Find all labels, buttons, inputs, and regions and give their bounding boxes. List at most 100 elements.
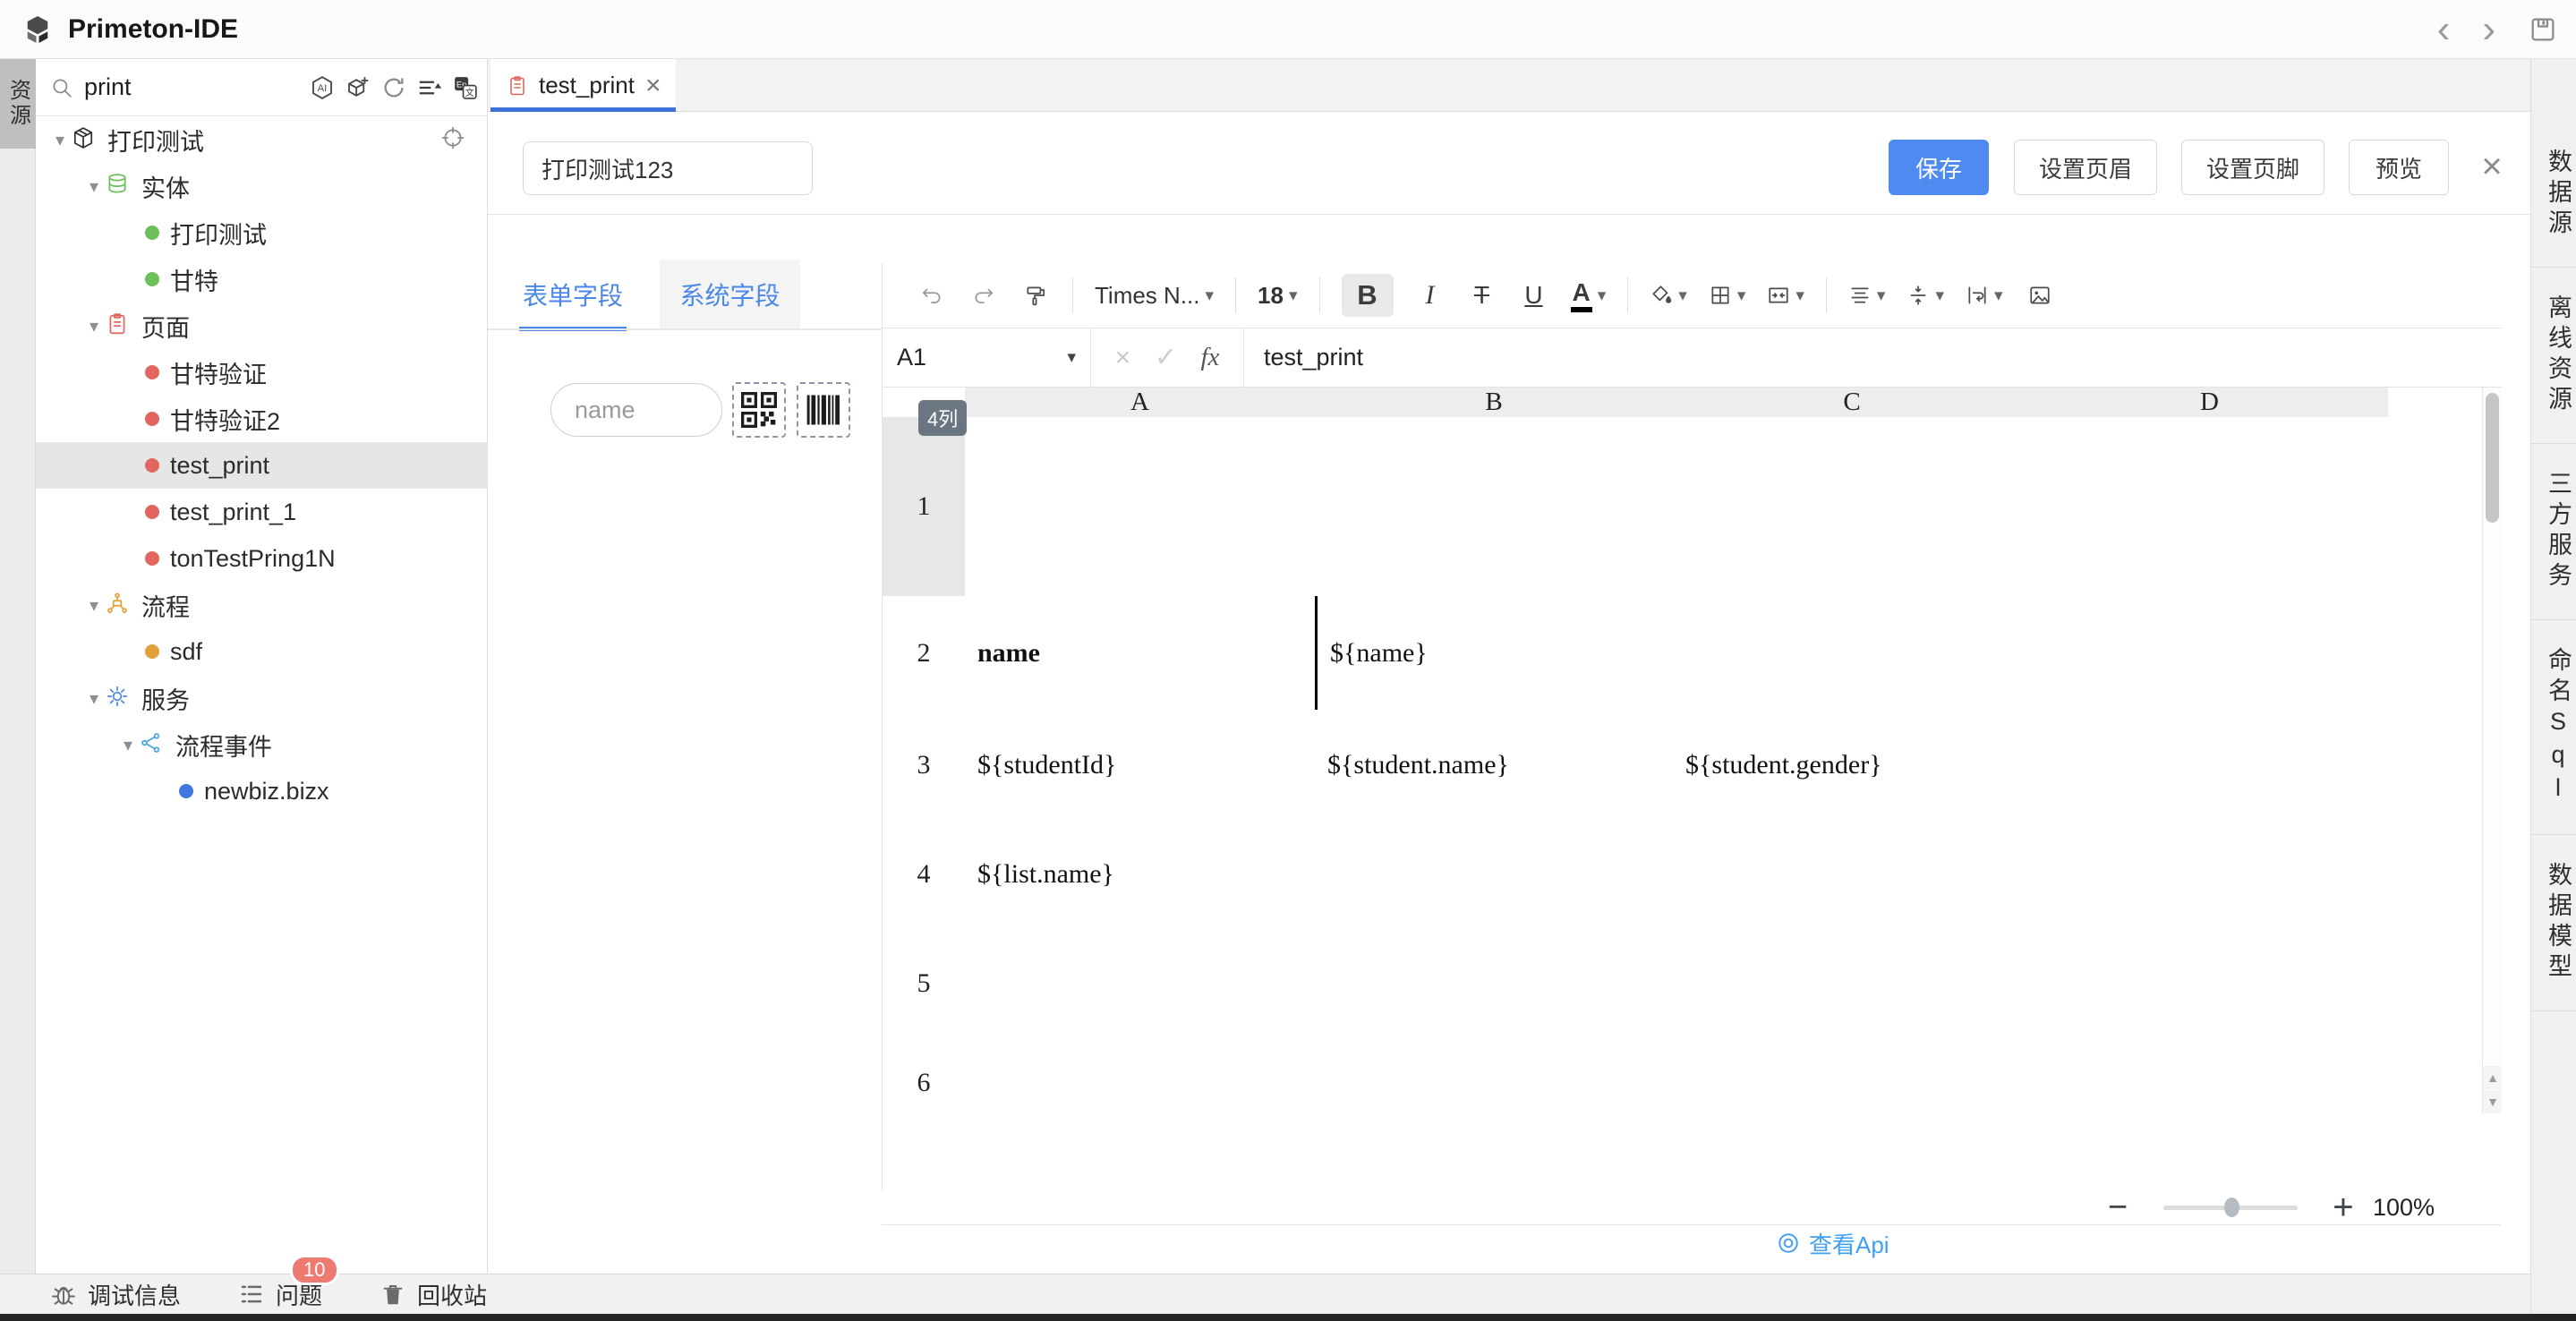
scroll-down-icon[interactable]: ▼ <box>2483 1090 2502 1113</box>
cell-C3[interactable]: ${student.gender} <box>1673 710 2057 821</box>
tab-test-print[interactable]: test_print × <box>490 59 676 112</box>
cell-D4[interactable] <box>2031 820 2414 929</box>
row-header-6[interactable]: 6 <box>883 1038 966 1113</box>
cell-B1[interactable] <box>1315 417 1699 597</box>
font-family-select[interactable]: Times N... ▾ <box>1095 282 1214 310</box>
filter-list-icon[interactable] <box>416 74 443 101</box>
cell-C2[interactable] <box>1673 596 2057 712</box>
preview-button[interactable]: 预览 <box>2349 140 2449 195</box>
formula-input[interactable]: test_print <box>1244 344 2502 371</box>
vertical-scrollbar[interactable]: ▲ ▼ <box>2482 388 2502 1113</box>
row-header-2[interactable]: 2 <box>883 596 966 711</box>
cell-C5[interactable] <box>1673 928 2057 1039</box>
col-header-C[interactable]: C <box>1673 388 2032 418</box>
cell-B5[interactable] <box>1315 928 1699 1039</box>
document-name-input[interactable]: 打印测试123 <box>523 141 813 195</box>
tree-item-服务[interactable]: ▾服务 <box>36 675 488 721</box>
right-tab-离线资源[interactable]: 离线资源 <box>2531 268 2576 444</box>
cell-D2[interactable] <box>2031 596 2416 712</box>
horizontal-align-button[interactable]: ▾ <box>1848 274 1886 317</box>
tree-item-打印测试[interactable]: ▾打印测试 <box>36 116 488 163</box>
cell-C4[interactable] <box>1673 820 2057 929</box>
field-chip-name[interactable]: name <box>550 383 722 437</box>
zoom-in-button[interactable]: + <box>2323 1188 2364 1228</box>
tab-close-icon[interactable]: × <box>645 72 661 99</box>
borders-button[interactable]: ▾ <box>1709 274 1746 317</box>
cancel-entry-icon[interactable]: × <box>1115 343 1131 373</box>
vertical-scrollbar-thumb[interactable] <box>2486 393 2499 523</box>
cell-A2[interactable]: name <box>965 596 1341 712</box>
cell-D1[interactable] <box>2031 417 2414 597</box>
cell-A5[interactable] <box>965 928 1341 1039</box>
fill-color-button[interactable]: ▾ <box>1650 274 1687 317</box>
insert-image-button[interactable] <box>2025 274 2055 317</box>
nav-forward-icon[interactable]: › <box>2482 10 2495 49</box>
cell-A4[interactable]: ${list.name} <box>965 820 1341 929</box>
vertical-align-button[interactable]: ▾ <box>1906 274 1944 317</box>
cell-D3[interactable] <box>2031 710 2414 821</box>
right-tab-命名Sql[interactable]: 命名Sql <box>2531 620 2576 835</box>
status-item-调试信息[interactable]: 调试信息 <box>50 1278 181 1311</box>
tree-item-流程事件[interactable]: ▾流程事件 <box>36 721 488 768</box>
search-input[interactable]: print <box>84 73 132 101</box>
row-header-3[interactable]: 3 <box>883 710 966 821</box>
expand-arrow-icon[interactable]: ▾ <box>82 315 106 337</box>
ai-assistant-icon[interactable]: AI <box>309 74 336 101</box>
zoom-slider[interactable] <box>2163 1206 2298 1210</box>
right-tab-数据模型[interactable]: 数据模型 <box>2531 835 2576 1011</box>
row-header-4[interactable]: 4 <box>883 820 966 929</box>
fx-icon[interactable]: fx <box>1200 343 1219 372</box>
expand-arrow-icon[interactable]: ▾ <box>82 594 106 617</box>
right-tab-数据源[interactable]: 数据源 <box>2531 122 2576 268</box>
barcode-button[interactable] <box>797 382 850 438</box>
status-item-回收站[interactable]: 回收站 <box>380 1278 487 1311</box>
strikethrough-button[interactable]: T <box>1467 274 1497 317</box>
undo-button[interactable] <box>917 274 947 317</box>
cell-D6[interactable] <box>2031 1038 2414 1113</box>
col-header-D[interactable]: D <box>2031 388 2389 418</box>
tree-item-流程[interactable]: ▾流程 <box>36 582 488 628</box>
tab-form-fields[interactable]: 表单字段 <box>510 260 635 329</box>
italic-button[interactable]: I <box>1415 274 1446 317</box>
translate-icon[interactable]: En文 <box>452 74 479 101</box>
scroll-up-icon[interactable]: ▲ <box>2483 1066 2502 1089</box>
activity-tab-resources[interactable]: 资源 <box>0 59 36 149</box>
cell-A6[interactable] <box>965 1038 1341 1113</box>
cell-B6[interactable] <box>1315 1038 1699 1113</box>
cell-D5[interactable] <box>2031 928 2414 1039</box>
col-header-B[interactable]: B <box>1315 388 1674 418</box>
save-button[interactable]: 保存 <box>1889 140 1989 195</box>
save-all-icon[interactable] <box>2528 14 2558 45</box>
text-wrap-button[interactable]: ▾ <box>1966 274 2003 317</box>
cell-name-box[interactable]: A1 ▾ <box>883 328 1091 388</box>
tree-item-test_print_1[interactable]: test_print_1 <box>36 489 488 535</box>
zoom-out-button[interactable]: − <box>2097 1189 2138 1227</box>
tree-item-打印测试[interactable]: 打印测试 <box>36 209 488 256</box>
cell-B3[interactable]: ${student.name} <box>1315 710 1699 821</box>
tree-item-页面[interactable]: ▾页面 <box>36 303 488 349</box>
refresh-icon[interactable] <box>380 74 407 101</box>
cell-B2[interactable]: ${name} <box>1315 596 1702 712</box>
font-color-button[interactable]: A▾ <box>1571 274 1607 317</box>
editor-close-icon[interactable]: × <box>2467 141 2517 192</box>
underline-button[interactable]: U <box>1519 274 1549 317</box>
tab-system-fields[interactable]: 系统字段 <box>660 260 800 329</box>
locate-target-icon[interactable] <box>441 126 468 153</box>
tree-item-tonTestPring1N[interactable]: tonTestPring1N <box>36 535 488 582</box>
col-header-A[interactable]: A <box>965 388 1316 418</box>
expand-arrow-icon[interactable]: ▾ <box>48 129 72 151</box>
tree-item-甘特验证[interactable]: 甘特验证 <box>36 349 488 396</box>
grid-corner[interactable] <box>883 388 966 418</box>
cell-A1[interactable] <box>965 417 1341 597</box>
redo-button[interactable] <box>968 274 999 317</box>
font-size-select[interactable]: 18 ▾ <box>1258 282 1297 310</box>
status-item-问题[interactable]: 问题10 <box>238 1278 322 1311</box>
tree-item-甘特验证2[interactable]: 甘特验证2 <box>36 396 488 442</box>
cell-C1[interactable] <box>1673 417 2057 597</box>
set-page-header-button[interactable]: 设置页眉 <box>2014 140 2157 195</box>
bold-button[interactable]: B <box>1342 274 1394 317</box>
cell-A3[interactable]: ${studentId} <box>965 710 1341 821</box>
tree-item-甘特[interactable]: 甘特 <box>36 256 488 303</box>
confirm-entry-icon[interactable]: ✓ <box>1155 342 1177 373</box>
cell-B4[interactable] <box>1315 820 1699 929</box>
